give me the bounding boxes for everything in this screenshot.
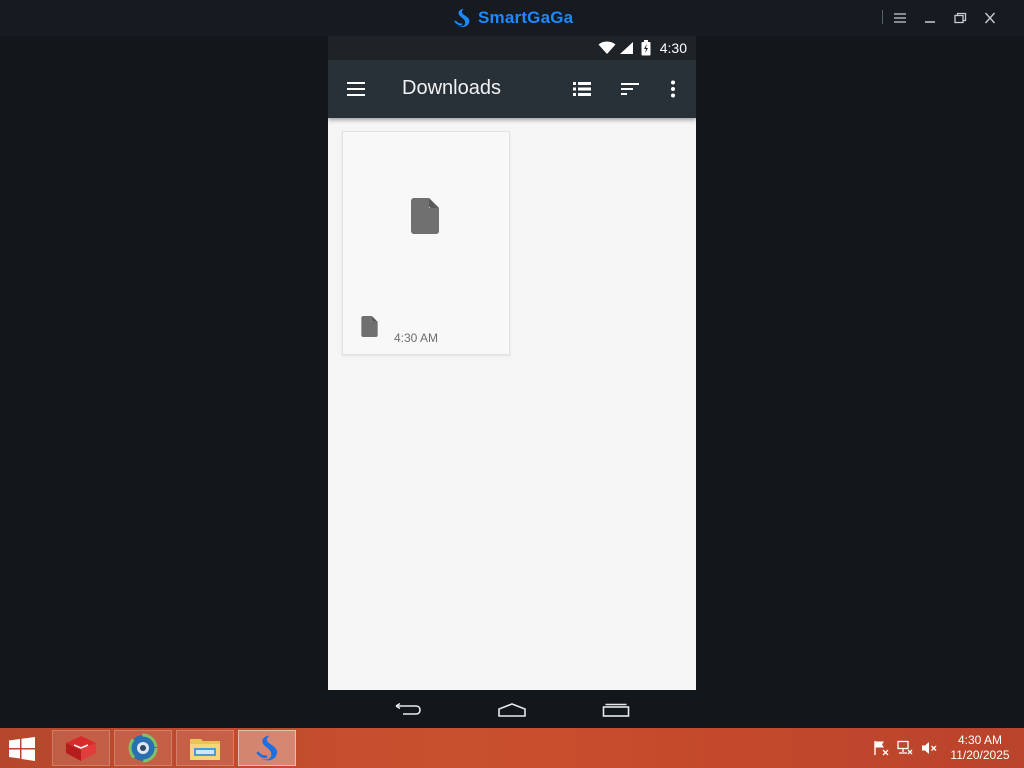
signal-icon	[620, 42, 633, 54]
smartgaga-icon[interactable]	[238, 730, 296, 766]
status-time: 4:30	[659, 40, 687, 56]
close-icon[interactable]	[979, 8, 1001, 28]
restore-icon[interactable]	[949, 8, 971, 28]
file-item[interactable]: 4:30 AM	[342, 131, 510, 355]
emulator-titlebar: SmartGaGa	[0, 0, 1024, 36]
file-explorer-icon[interactable]	[176, 730, 234, 766]
clock-time: 4:30 AM	[957, 733, 1003, 747]
file-time: 4:30 AM	[394, 331, 439, 345]
recents-icon[interactable]	[596, 698, 636, 722]
minimize-icon[interactable]	[919, 8, 941, 28]
wifi-icon	[598, 41, 616, 54]
status-bar: 4:30	[328, 36, 696, 60]
volume-muted-icon[interactable]	[920, 740, 938, 756]
home-icon[interactable]	[492, 698, 532, 722]
emulator-brand-label: SmartGaGa	[478, 8, 574, 27]
titlebar-divider	[882, 10, 883, 24]
list-view-icon[interactable]	[567, 74, 597, 104]
battery-icon	[641, 40, 651, 56]
smartgaga-logo-icon	[454, 9, 470, 28]
emulator-brand: SmartGaGa	[452, 6, 573, 30]
file-icon	[411, 198, 439, 234]
sort-icon[interactable]	[615, 74, 645, 104]
page-title: Downloads	[402, 77, 501, 99]
action-center-flag-icon[interactable]	[872, 740, 890, 756]
windows-start-icon[interactable]	[8, 737, 38, 761]
clock-date: 11/20/2025	[950, 748, 1010, 762]
network-icon[interactable]	[896, 740, 914, 756]
back-icon[interactable]	[388, 698, 428, 722]
android-screen: 4:30 Downloads 4:30 AM	[328, 36, 696, 690]
android-nav-bar	[328, 690, 696, 728]
app-bar: Downloads	[328, 60, 696, 118]
system-clock[interactable]: 4:30 AM 11/20/2025	[940, 733, 1020, 763]
file-type-icon	[361, 316, 378, 337]
menu-icon[interactable]	[889, 8, 911, 28]
windows-taskbar: 4:30 AM 11/20/2025	[0, 728, 1024, 768]
hamburger-menu-icon[interactable]	[341, 74, 371, 104]
app-red-box-icon[interactable]	[52, 730, 110, 766]
more-options-icon[interactable]	[658, 74, 688, 104]
browser-globe-icon[interactable]	[114, 730, 172, 766]
